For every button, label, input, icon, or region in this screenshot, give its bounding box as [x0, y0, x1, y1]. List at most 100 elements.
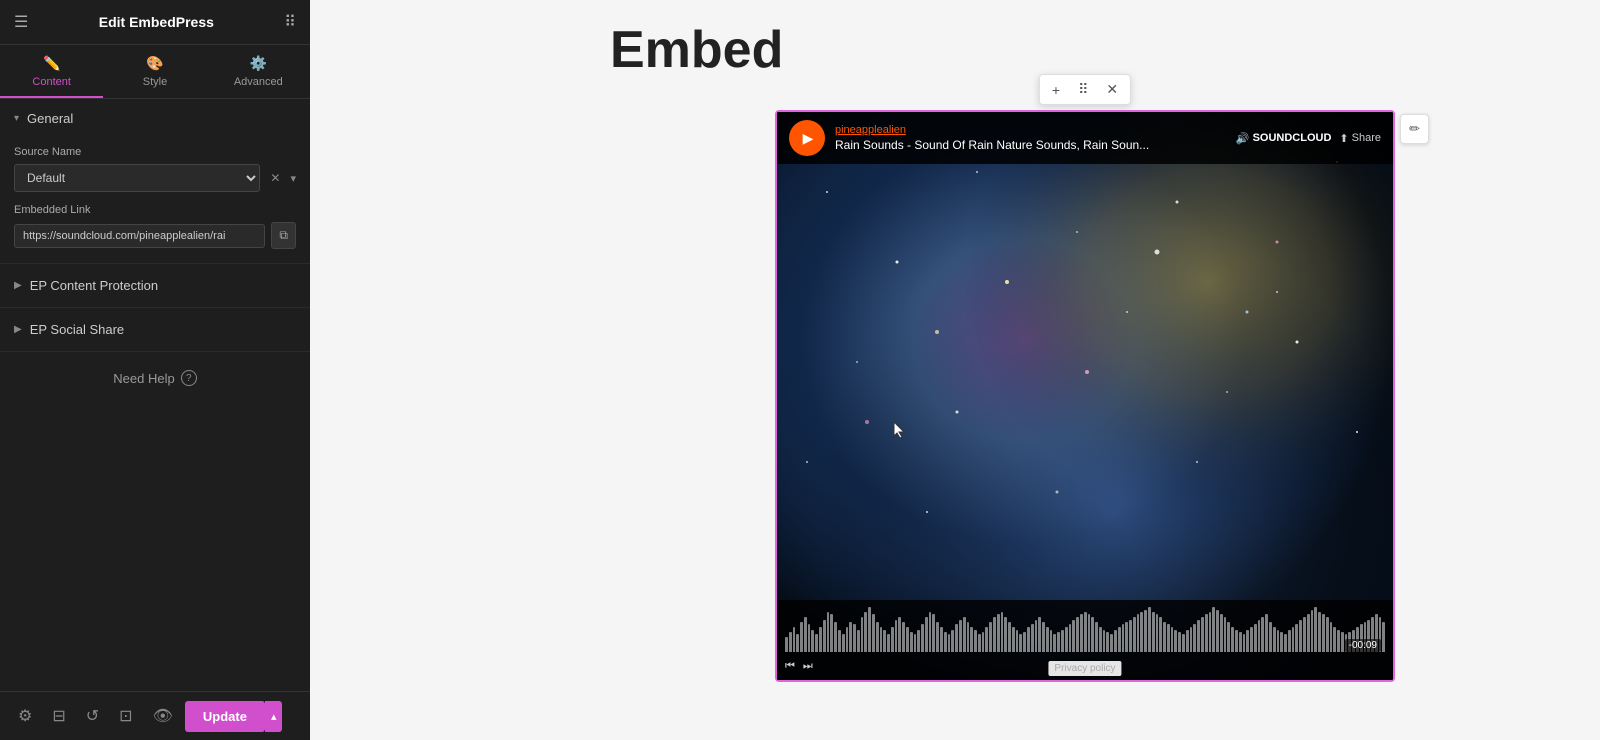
waveform-bar	[932, 614, 935, 652]
source-name-clear-icon[interactable]: ✕	[266, 169, 284, 187]
update-group: Update ▴	[185, 701, 283, 732]
waveform-bar	[1167, 624, 1170, 652]
waveform-bar	[1099, 627, 1102, 652]
waveform-bar	[1269, 622, 1272, 652]
need-help-row[interactable]: Need Help ?	[0, 352, 310, 404]
sc-soundcloud-logo[interactable]: 🔊 SOUNDCLOUD	[1236, 132, 1332, 145]
waveform-bar	[1190, 627, 1193, 652]
tab-style[interactable]: 🎨 Style	[103, 45, 206, 98]
hamburger-icon[interactable]: ☰	[14, 12, 28, 32]
waveform-bar	[1212, 607, 1215, 652]
source-name-select[interactable]: Default	[14, 164, 260, 192]
sc-privacy-policy[interactable]: Privacy policy	[1048, 661, 1121, 676]
waveform-bar	[1152, 612, 1155, 652]
waveform-bar	[914, 634, 917, 652]
waveform-bar	[861, 617, 864, 652]
waveform-bar	[1216, 610, 1219, 652]
sc-prev-button[interactable]: ⏮	[785, 660, 795, 673]
waveform-bar	[1076, 617, 1079, 652]
soundcloud-embed[interactable]: ▶ pineapplealien Rain Sounds - Sound Of …	[775, 110, 1395, 682]
waveform-bar	[846, 627, 849, 652]
general-section-header[interactable]: ▾ General	[0, 99, 310, 138]
waveform-bar	[1129, 620, 1132, 652]
waveform-bar	[1326, 617, 1329, 652]
waveform-bar	[815, 634, 818, 652]
waveform-bar	[1019, 634, 1022, 652]
sc-soundcloud-icon: 🔊	[1236, 132, 1250, 145]
embedded-copy-button[interactable]: ⧉	[271, 222, 296, 249]
advanced-tab-label: Advanced	[234, 76, 283, 88]
sc-top-bar: ▶ pineapplealien Rain Sounds - Sound Of …	[777, 112, 1393, 164]
waveform-bar	[1265, 614, 1268, 652]
waveform-bar	[1197, 620, 1200, 652]
settings-footer-icon[interactable]: ⚙	[10, 700, 40, 732]
waveform-bar	[1035, 620, 1038, 652]
update-chevron-button[interactable]: ▴	[265, 701, 283, 732]
waveform-bar	[1178, 632, 1181, 652]
waveform-bar	[940, 627, 943, 652]
waveform-bar	[1330, 622, 1333, 652]
waveform-bar	[891, 627, 894, 652]
waveform-bar	[1027, 627, 1030, 652]
sc-waveform[interactable]	[777, 602, 1393, 652]
widget-close-button[interactable]: ✕	[1102, 79, 1122, 100]
waveform-bar	[982, 632, 985, 652]
waveform-bar	[1174, 630, 1177, 652]
waveform-bar	[970, 627, 973, 652]
sc-next-button[interactable]: ⏭	[803, 660, 813, 673]
tab-content[interactable]: ✏️ Content	[0, 45, 103, 98]
history-footer-icon[interactable]: ↺	[78, 700, 107, 732]
waveform-bar	[1065, 627, 1068, 652]
waveform-bar	[1163, 622, 1166, 652]
waveform-bar	[1016, 630, 1019, 652]
waveform-bar	[789, 632, 792, 652]
waveform-bar	[1091, 617, 1094, 652]
sidebar: ☰ Edit EmbedPress ⠿ ✏️ Content 🎨 Style ⚙…	[0, 0, 310, 740]
waveform-bar	[1227, 622, 1230, 652]
waveform-bar	[830, 614, 833, 652]
waveform-bar	[887, 634, 890, 652]
waveform-bar	[1288, 630, 1291, 652]
sc-time-display: -00:09	[1345, 639, 1381, 652]
sc-artist-name[interactable]: pineapplealien	[835, 124, 1226, 136]
waveform-bar	[1001, 612, 1004, 652]
social-share-header[interactable]: ▶ EP Social Share	[0, 308, 310, 351]
waveform-bar	[1023, 632, 1026, 652]
need-help-label: Need Help	[113, 371, 174, 386]
sidebar-title: Edit EmbedPress	[99, 14, 214, 30]
sc-play-button[interactable]: ▶	[789, 120, 825, 156]
sc-share-button[interactable]: ⬆ Share	[1339, 132, 1381, 145]
update-button[interactable]: Update	[185, 701, 265, 732]
waveform-bar	[1133, 617, 1136, 652]
waveform-bar	[838, 630, 841, 652]
waveform-bar	[853, 624, 856, 652]
advanced-tab-icon: ⚙️	[250, 55, 267, 72]
content-protection-header[interactable]: ▶ EP Content Protection	[0, 264, 310, 307]
waveform-bar	[1122, 624, 1125, 652]
grid-icon[interactable]: ⠿	[284, 12, 296, 32]
waveform-bar	[955, 624, 958, 652]
sc-logo-area: 🔊 SOUNDCLOUD ⬆ Share	[1236, 132, 1381, 145]
tab-advanced[interactable]: ⚙️ Advanced	[207, 45, 310, 98]
waveform-bar	[1106, 632, 1109, 652]
source-name-row: Default ✕ ▾	[14, 164, 296, 192]
general-chevron-icon: ▾	[14, 113, 19, 124]
eye-footer-icon[interactable]: 👁	[145, 700, 181, 732]
embedded-link-input[interactable]	[14, 224, 265, 248]
widget-edit-button[interactable]: ✏	[1400, 114, 1429, 144]
waveform-bar	[959, 620, 962, 652]
waveform-bar	[1277, 630, 1280, 652]
help-icon: ?	[181, 370, 197, 386]
waveform-bar	[872, 614, 875, 652]
responsive-footer-icon[interactable]: ⊡	[111, 700, 140, 732]
style-tab-label: Style	[143, 76, 167, 88]
waveform-bar	[1072, 620, 1075, 652]
waveform-bar	[1322, 614, 1325, 652]
widget-add-button[interactable]: +	[1048, 80, 1064, 100]
waveform-bar	[948, 634, 951, 652]
waveform-bar	[974, 630, 977, 652]
source-name-label: Source Name	[14, 146, 296, 158]
widget-move-button[interactable]: ⠿	[1074, 79, 1092, 100]
waveform-bar	[978, 634, 981, 652]
layers-footer-icon[interactable]: ⊟	[44, 700, 73, 732]
